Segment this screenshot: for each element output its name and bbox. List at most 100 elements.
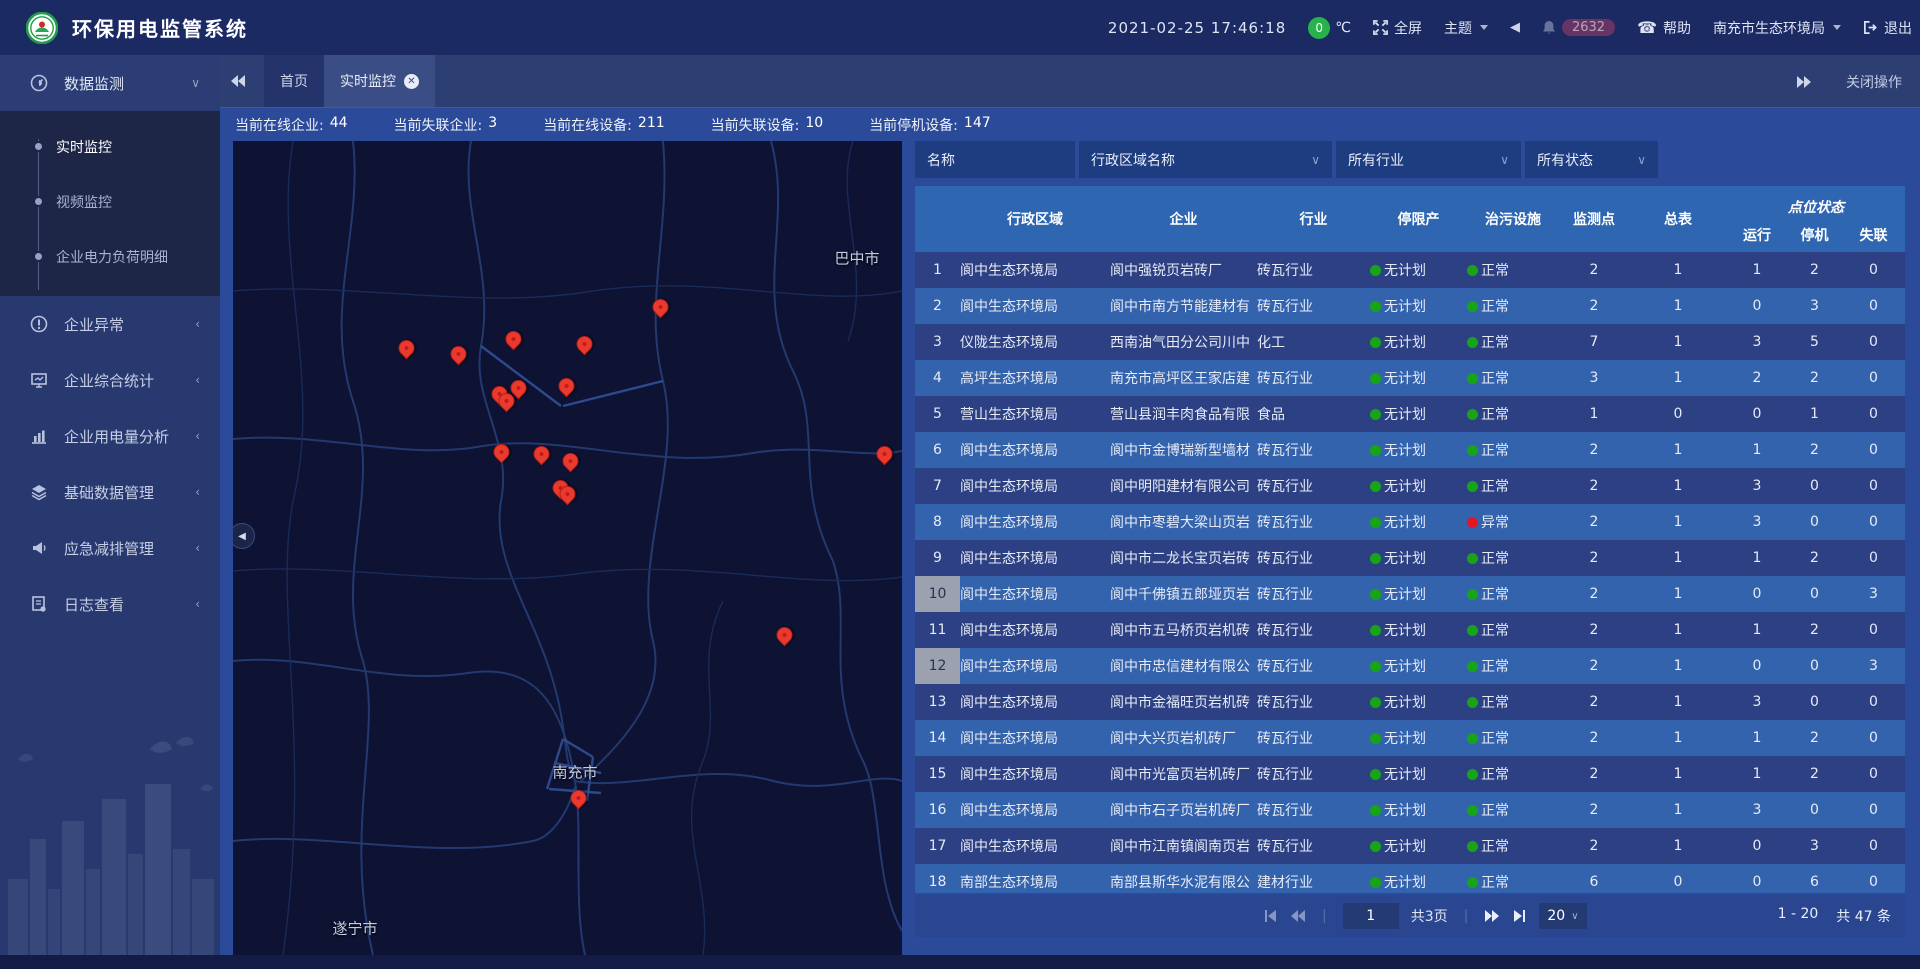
status-dot-icon — [1370, 877, 1381, 888]
close-operations-button[interactable]: 关闭操作 — [1846, 72, 1902, 92]
table-row[interactable]: 5 营山生态环境局 营山县润丰肉食品有限 食品 无计划 正常 — [915, 396, 1905, 432]
prev-page-button[interactable] — [1290, 910, 1306, 922]
map-pin[interactable] — [877, 446, 894, 465]
sidebar-item-electricity-analysis[interactable]: 企业用电量分析 ‹ — [0, 408, 220, 464]
table-row[interactable]: 9 阆中生态环境局 阆中市二龙长宝页岩砖 砖瓦行业 无计划 正常 — [915, 540, 1905, 576]
table-row[interactable]: 10 阆中生态环境局 阆中千佛镇五郎垭页岩 砖瓦行业 无计划 正常 — [915, 576, 1905, 612]
industry-select[interactable]: 所有行业 ∨ — [1336, 141, 1521, 178]
notifications[interactable]: 2632 — [1542, 19, 1615, 36]
table-row[interactable]: 7 阆中生态环境局 阆中明阳建材有限公司 砖瓦行业 无计划 正常 — [915, 468, 1905, 504]
sidebar-item-log-view[interactable]: 日志查看 ‹ — [0, 576, 220, 632]
last-page-button[interactable] — [1512, 910, 1527, 922]
sidebar: 数据监测 ∨ 实时监控 视频监控 企业电力负荷明细 企业异常 ‹ — [0, 55, 220, 969]
table-row[interactable]: 18 南部生态环境局 南部县斯华水泥有限公 建材行业 无计划 正常 — [915, 864, 1905, 893]
map-pin[interactable] — [451, 346, 468, 365]
theme-dropdown[interactable]: 主题 — [1444, 18, 1488, 38]
tabs-scroll-left-button[interactable] — [220, 55, 256, 107]
org-dropdown[interactable]: 南充市生态环境局 — [1713, 18, 1841, 38]
page-number-input[interactable]: 1 — [1343, 903, 1399, 929]
production-status-cell: 无计划 — [1370, 684, 1467, 720]
stat-item: 当前在线企业:44 — [235, 115, 348, 135]
mute-button[interactable]: ◀ — [1510, 20, 1520, 35]
next-page-button[interactable] — [1484, 910, 1500, 922]
sidebar-item-realtime-monitoring[interactable]: 实时监控 — [0, 119, 220, 174]
stopped-count-cell: 2 — [1787, 612, 1842, 648]
logout-button[interactable]: 退出 — [1863, 18, 1912, 38]
table-row[interactable]: 12 阆中生态环境局 阆中市忠信建材有限公 砖瓦行业 无计划 正常 — [915, 648, 1905, 684]
facility-status-cell: 正常 — [1467, 432, 1559, 468]
industry-cell: 砖瓦行业 — [1257, 288, 1370, 324]
chevron-down-icon: ∨ — [1637, 153, 1646, 167]
running-count-cell: 3 — [1727, 504, 1787, 540]
map-pin[interactable] — [777, 627, 794, 646]
status-select[interactable]: 所有状态 ∨ — [1525, 141, 1658, 178]
map-panel[interactable]: 巴中市 南充市 遂宁市 — [233, 141, 902, 955]
map-pin[interactable] — [563, 453, 580, 472]
sidebar-submenu: 实时监控 视频监控 企业电力负荷明细 — [0, 111, 220, 296]
table-row[interactable]: 6 阆中生态环境局 阆中市金博瑞新型墙材 砖瓦行业 无计划 正常 — [915, 432, 1905, 468]
close-icon[interactable]: ✕ — [404, 74, 419, 89]
facility-status-cell: 正常 — [1467, 360, 1559, 396]
map-pin[interactable] — [571, 790, 588, 809]
status-dot-icon — [1467, 373, 1478, 384]
table-row[interactable]: 4 高坪生态环境局 南充市高坪区王家店建 砖瓦行业 无计划 正常 — [915, 360, 1905, 396]
table-row[interactable]: 8 阆中生态环境局 阆中市枣碧大梁山页岩 砖瓦行业 无计划 异常 — [915, 504, 1905, 540]
sidebar-item-enterprise-statistics[interactable]: 企业综合统计 ‹ — [0, 352, 220, 408]
help-button[interactable]: ☎ 帮助 — [1637, 18, 1691, 38]
facility-status-cell: 正常 — [1467, 252, 1559, 288]
page-size-select[interactable]: 20 ∨ — [1539, 903, 1586, 929]
status-dot-icon — [1467, 301, 1478, 312]
map-pin[interactable] — [499, 393, 516, 412]
table-row[interactable]: 14 阆中生态环境局 阆中大兴页岩机砖厂 砖瓦行业 无计划 正常 — [915, 720, 1905, 756]
sidebar-item-enterprise-abnormal[interactable]: 企业异常 ‹ — [0, 296, 220, 352]
industry-cell: 砖瓦行业 — [1257, 828, 1370, 864]
table-row[interactable]: 3 仪陇生态环境局 西南油气田分公司川中 化工 无计划 正常 — [915, 324, 1905, 360]
name-search-input[interactable]: 名称 — [915, 141, 1075, 178]
company-cell: 南部县斯华水泥有限公 — [1110, 864, 1257, 893]
tab-realtime-monitoring[interactable]: 实时监控 ✕ — [324, 55, 435, 107]
top-right-tools: 2021-02-25 17:46:18 0 ℃ 全屏 主题 ◀ — [1108, 0, 1912, 55]
region-cell: 南部生态环境局 — [960, 864, 1110, 893]
disconnected-count-cell: 3 — [1842, 576, 1905, 612]
company-cell: 阆中强锐页岩砖厂 — [1110, 252, 1257, 288]
map-pin[interactable] — [399, 340, 416, 359]
sidebar-item-base-data[interactable]: 基础数据管理 ‹ — [0, 464, 220, 520]
map-pin[interactable] — [577, 336, 594, 355]
disconnected-count-cell: 0 — [1842, 504, 1905, 540]
column-header-industry: 行业 — [1257, 186, 1370, 252]
column-header-production: 停限产 — [1370, 186, 1467, 252]
sidebar-item-data-monitoring[interactable]: 数据监测 ∨ — [0, 55, 220, 111]
map-pin[interactable] — [559, 378, 576, 397]
company-cell: 阆中市石子页岩机砖厂 — [1110, 792, 1257, 828]
region-select[interactable]: 行政区域名称 ∨ — [1079, 141, 1332, 178]
company-cell: 阆中明阳建材有限公司 — [1110, 468, 1257, 504]
first-page-button[interactable] — [1263, 910, 1278, 922]
table-row[interactable]: 1 阆中生态环境局 阆中强锐页岩砖厂 砖瓦行业 无计划 正常 — [915, 252, 1905, 288]
tab-home[interactable]: 首页 — [264, 55, 324, 107]
monitor-count-cell: 2 — [1559, 792, 1629, 828]
table-row[interactable]: 17 阆中生态环境局 阆中市江南镇阆南页岩 砖瓦行业 无计划 正常 — [915, 828, 1905, 864]
table-row[interactable]: 13 阆中生态环境局 阆中市金福旺页岩机砖 砖瓦行业 无计划 正常 — [915, 684, 1905, 720]
total-meter-cell: 0 — [1629, 396, 1727, 432]
chevron-collapsed-icon: ‹ — [195, 541, 200, 555]
row-index-cell: 12 — [915, 648, 960, 684]
tabs-scroll-right-button[interactable] — [1786, 76, 1822, 88]
production-status-cell: 无计划 — [1370, 468, 1467, 504]
map-pin[interactable] — [506, 331, 523, 350]
temperature-unit: ℃ — [1335, 20, 1351, 36]
table-row[interactable]: 16 阆中生态环境局 阆中市石子页岩机砖厂 砖瓦行业 无计划 正常 — [915, 792, 1905, 828]
table-row[interactable]: 2 阆中生态环境局 阆中市南方节能建材有 砖瓦行业 无计划 正常 — [915, 288, 1905, 324]
sidebar-item-emergency-reduction[interactable]: 应急减排管理 ‹ — [0, 520, 220, 576]
fullscreen-button[interactable]: 全屏 — [1373, 18, 1422, 38]
status-dot-icon — [1370, 553, 1381, 564]
sidebar-item-video-monitoring[interactable]: 视频监控 — [0, 174, 220, 229]
table-row[interactable]: 15 阆中生态环境局 阆中市光富页岩机砖厂 砖瓦行业 无计划 正常 — [915, 756, 1905, 792]
location-pin-icon — [573, 333, 596, 356]
running-count-cell: 3 — [1727, 792, 1787, 828]
map-pin[interactable] — [494, 444, 511, 463]
table-row[interactable]: 11 阆中生态环境局 阆中市五马桥页岩机砖 砖瓦行业 无计划 正常 — [915, 612, 1905, 648]
map-pin[interactable] — [560, 486, 577, 505]
sidebar-item-power-load-detail[interactable]: 企业电力负荷明细 — [0, 229, 220, 284]
map-pin[interactable] — [653, 299, 670, 318]
map-pin[interactable] — [534, 446, 551, 465]
